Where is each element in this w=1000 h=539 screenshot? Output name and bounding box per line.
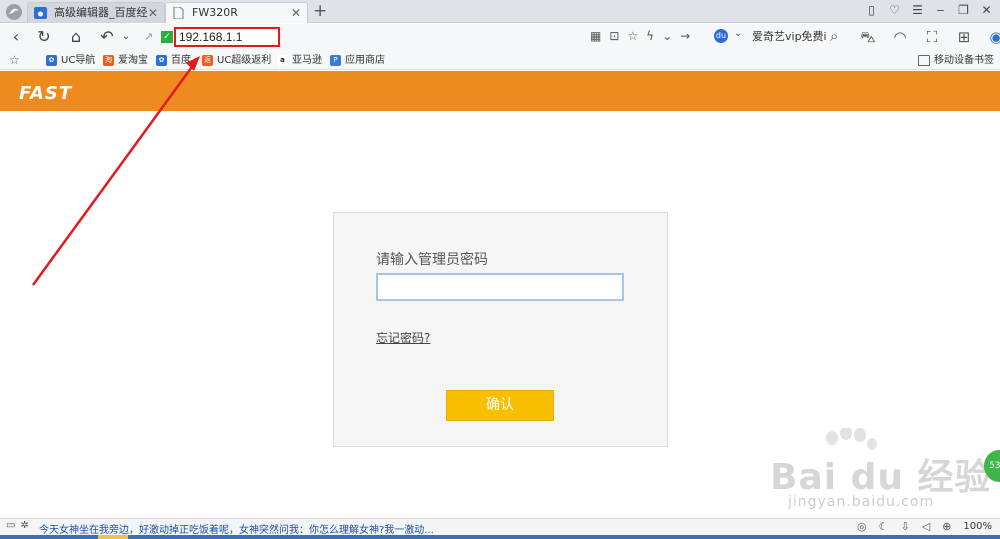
bookmark-label: 亚马逊: [292, 55, 322, 66]
refresh-icon[interactable]: ↻: [34, 27, 54, 47]
undo-icon[interactable]: ↶: [97, 27, 117, 47]
signal-icon: ↗: [144, 30, 154, 43]
night-mode-icon[interactable]: ☾: [879, 520, 889, 533]
new-tab-button[interactable]: +: [313, 0, 327, 22]
bookmark-app-store[interactable]: P 应用商店: [330, 53, 385, 68]
tab-fw320r[interactable]: FW320R ✕: [165, 2, 308, 23]
page-icon[interactable]: ⊡: [609, 29, 619, 43]
close-window-icon[interactable]: ✕: [979, 3, 994, 18]
bookmark-label: 应用商店: [345, 55, 385, 66]
search-icon[interactable]: ⌕: [830, 27, 838, 45]
tab-close-icon[interactable]: ✕: [291, 3, 301, 23]
home-icon[interactable]: ⌂: [66, 27, 86, 47]
settings-gear-icon[interactable]: ✲: [20, 520, 28, 531]
bookmark-uc-rebate[interactable]: 返 UC超级返利: [202, 53, 271, 68]
secure-check-icon: ✓: [161, 31, 173, 43]
taskbar-app-button[interactable]: [98, 535, 128, 539]
download-icon[interactable]: ⇩: [901, 520, 910, 533]
bookmark-label: 爱淘宝: [118, 55, 148, 66]
rebate-icon: 返: [202, 55, 213, 66]
baidu-paw-icon: [34, 7, 47, 19]
app-store-icon: P: [330, 55, 341, 66]
forgot-password-link[interactable]: 忘记密码?: [376, 329, 430, 346]
bookmark-uc-nav[interactable]: ✿ UC导航: [46, 53, 95, 68]
taobao-icon: 淘: [103, 55, 114, 66]
qr-code-icon[interactable]: ▦: [590, 29, 601, 43]
browser-tools: ⛍ ◠ ⛶ ⊞ ◉: [858, 27, 1000, 47]
search-engine-dropdown-icon[interactable]: ⌄: [734, 28, 742, 39]
zoom-level[interactable]: 100%: [963, 521, 992, 532]
wifi-icon[interactable]: ◠: [890, 27, 910, 47]
window-controls: ▯ ♡ ☰ ‒ ❐ ✕: [864, 3, 994, 18]
router-header: FAST: [0, 71, 1000, 111]
flash-icon[interactable]: ϟ: [646, 29, 654, 43]
password-prompt: 请输入管理员密码: [376, 252, 488, 268]
mobile-bookmarks[interactable]: 移动设备书签: [918, 53, 994, 68]
paw-icon: ✿: [156, 55, 167, 66]
watermark-url: jingyan.baidu.com: [788, 494, 935, 510]
screenshot-icon[interactable]: ⛶: [922, 27, 942, 47]
mobile-bookmarks-label: 移动设备书签: [934, 55, 994, 66]
fast-logo: FAST: [19, 83, 73, 104]
confirm-button[interactable]: 确认: [446, 390, 554, 421]
extensions-icon[interactable]: ⊞: [954, 27, 974, 47]
status-bar: ▭ ✲ 今天女神坐在我旁边，好激动掉正吃饭着呢，女神突然问我：你怎么理解女神?我…: [0, 518, 1000, 536]
bookmark-star-icon[interactable]: ☆: [9, 53, 20, 67]
tab-baidu-editor[interactable]: 高级编辑器_百度经验 ✕: [27, 2, 165, 39]
shopping-cart-icon[interactable]: ⛍: [858, 27, 878, 47]
back-icon[interactable]: ‹: [6, 27, 26, 47]
favorite-star-icon[interactable]: ☆: [627, 29, 638, 43]
watermark-text: Bai du 经验: [770, 457, 992, 498]
status-left-icons: ▭ ✲: [6, 520, 29, 531]
skin-icon[interactable]: ♡: [887, 3, 902, 18]
minimize-icon[interactable]: ‒: [933, 3, 948, 18]
url-input[interactable]: 192.168.1.1: [174, 27, 280, 47]
tab-bar: 高级编辑器_百度经验 ✕ FW320R ✕ + ▯ ♡ ☰ ‒ ❐ ✕: [0, 0, 1000, 39]
tab-title: FW320R: [192, 6, 238, 19]
windows-taskbar: [0, 535, 1000, 539]
sidebar-toggle-icon[interactable]: ▯: [864, 3, 879, 18]
document-icon: [173, 7, 184, 19]
address-tools: ▦ ⊡ ☆ ϟ ⌄ →: [590, 29, 690, 43]
video-icon[interactable]: ▭: [6, 520, 15, 531]
status-right-icons: ◎ ☾ ⇩ ◁ ⊕ 100%: [857, 520, 992, 533]
bookmarks-bar: ☆ ✿ UC导航 淘爱淘宝 ✿ 百度 返 UC超级返利 a 亚马逊 P 应用商店 移动设备…: [0, 51, 1000, 70]
baidu-jingyan-watermark: Bai du 经验 jingyan.baidu.com: [758, 428, 998, 516]
bookmark-label: UC导航: [61, 55, 96, 66]
paw-icon: ✿: [46, 55, 57, 66]
bookmark-amazon[interactable]: a 亚马逊: [277, 53, 322, 68]
login-panel: 请输入管理员密码 忘记密码? 确认: [333, 212, 668, 447]
bookmark-label: UC超级返利: [217, 55, 272, 66]
zoom-icon[interactable]: ⊕: [942, 520, 951, 533]
tab-close-icon[interactable]: ✕: [148, 3, 158, 23]
search-input[interactable]: 爱奇艺vip免费i: [752, 28, 830, 46]
news-ticker[interactable]: 今天女神坐在我旁边，好激动掉正吃饭着呢，女神突然问我：你怎么理解女神?我一激动.…: [39, 521, 434, 536]
mobile-device-icon: [918, 55, 930, 66]
volume-icon[interactable]: ◁: [922, 520, 930, 533]
restore-icon[interactable]: ❐: [956, 3, 971, 18]
go-arrow-icon[interactable]: →: [680, 29, 690, 43]
bookmark-label: 百度: [171, 55, 191, 66]
uc-sync-icon[interactable]: ◉: [986, 27, 1000, 47]
navigation-toolbar: ‹ ↻ ⌂ ↶ ⌄ ↗ ✓ 192.168.1.1 ▦ ⊡ ☆ ϟ ⌄ → du…: [0, 24, 1000, 51]
amazon-icon: a: [277, 55, 288, 66]
dropdown-icon[interactable]: ⌄: [662, 29, 672, 43]
admin-password-input[interactable]: [376, 273, 624, 301]
menu-icon[interactable]: ☰: [910, 3, 925, 18]
uc-browser-logo-icon[interactable]: [4, 2, 24, 21]
bookmark-baidu[interactable]: ✿ 百度: [156, 53, 191, 68]
bookmark-ai-taobao[interactable]: 淘爱淘宝: [103, 53, 148, 68]
undo-dropdown-icon[interactable]: ⌄: [116, 27, 136, 47]
eye-protect-icon[interactable]: ◎: [857, 520, 867, 533]
baidu-search-engine-icon[interactable]: du: [714, 29, 728, 43]
